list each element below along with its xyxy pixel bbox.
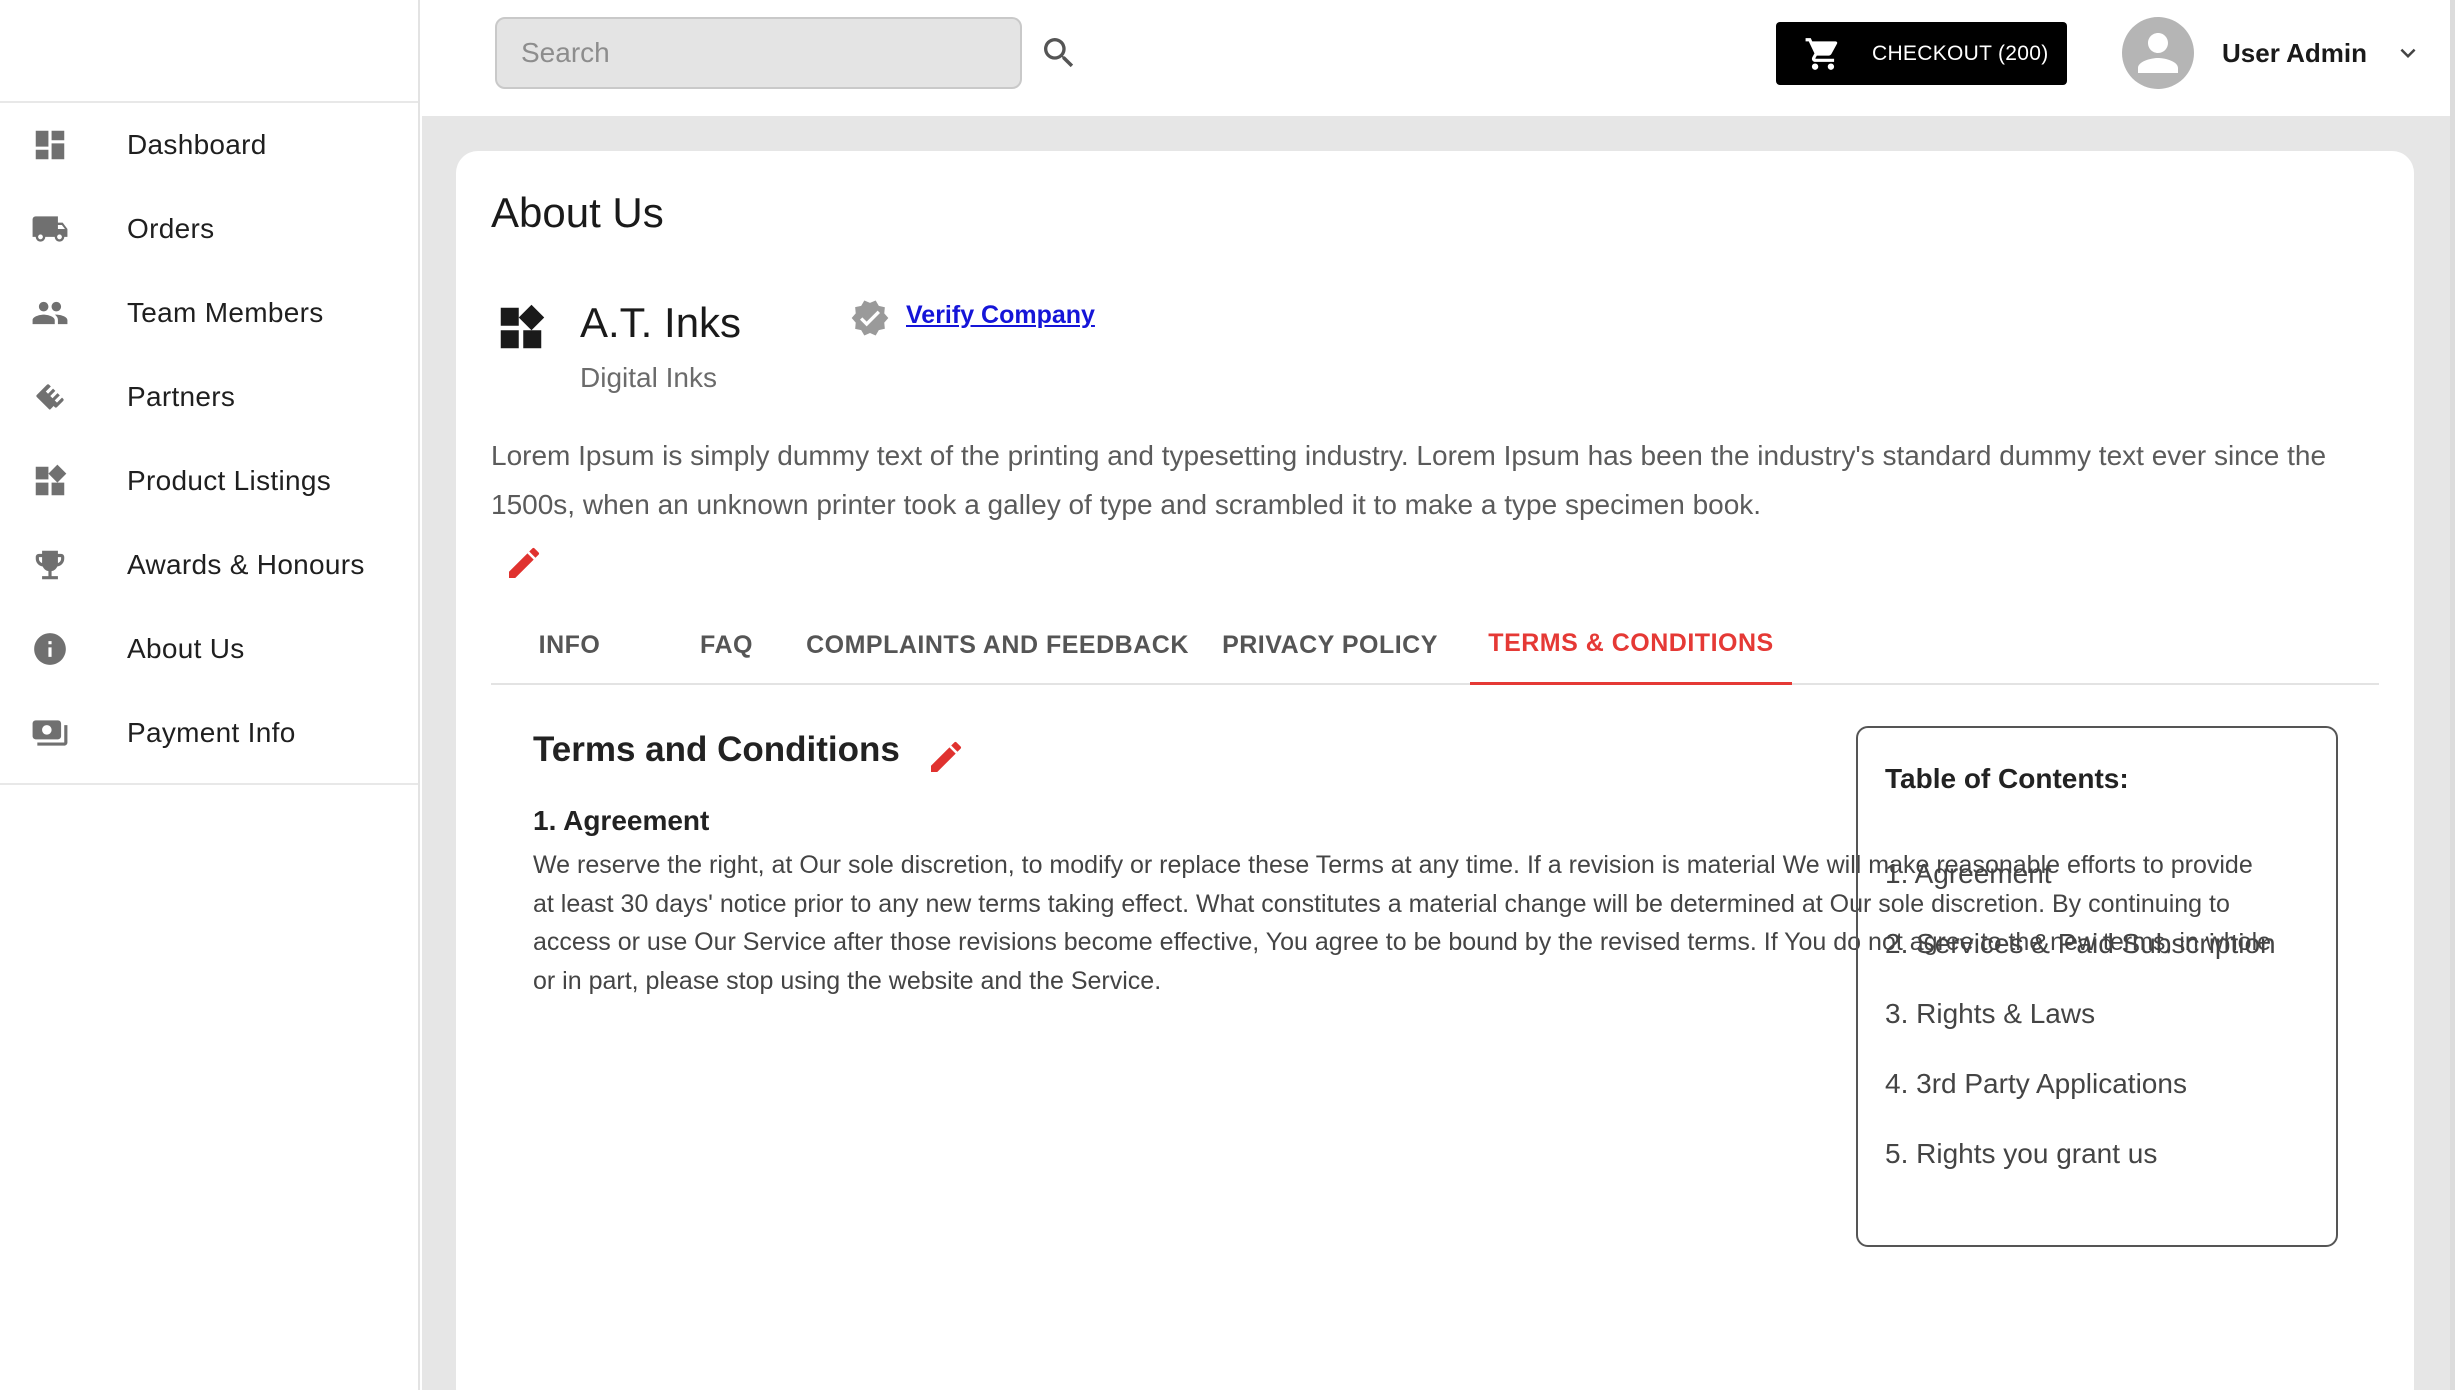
content-card: About Us A.T. Inks Digital Inks Verify C… — [456, 151, 2414, 1390]
avatar — [2122, 17, 2194, 89]
verify-company-link[interactable]: Verify Company — [906, 301, 1095, 330]
verified-badge-icon — [850, 298, 890, 338]
toc-item[interactable]: 1. Agreement — [1885, 858, 2052, 890]
user-name: User Admin — [2222, 37, 2367, 68]
toc-title: Table of Contents: — [1885, 763, 2129, 794]
sidebar-item-about-us[interactable]: About Us — [0, 607, 418, 691]
edit-terms-icon[interactable] — [926, 737, 966, 777]
sidebar-item-payment-info[interactable]: Payment Info — [0, 691, 418, 775]
sidebar-item-awards[interactable]: Awards & Honours — [0, 523, 418, 607]
checkout-button[interactable]: CHECKOUT (200) — [1776, 22, 2067, 85]
scrollbar[interactable] — [2450, 0, 2455, 1390]
search-icon[interactable] — [1036, 30, 1082, 76]
sidebar-item-label: Dashboard — [127, 129, 267, 160]
widgets-icon — [0, 462, 127, 500]
terms-title: Terms and Conditions — [533, 730, 900, 769]
sidebar-item-dashboard[interactable]: Dashboard — [0, 103, 418, 187]
trophy-icon — [0, 546, 127, 584]
sidebar-logo-area — [0, 0, 418, 103]
toc-item[interactable]: 3. Rights & Laws — [1885, 998, 2095, 1030]
payment-icon — [0, 714, 127, 752]
sidebar-item-label: Payment Info — [127, 717, 296, 748]
toc-item[interactable]: 2. Services & Paid Subscription — [1885, 928, 2276, 960]
company-logo-icon — [494, 301, 548, 355]
chevron-down-icon[interactable] — [2393, 38, 2423, 68]
sidebar-item-label: Orders — [127, 213, 215, 244]
section-heading: 1. Agreement — [533, 805, 710, 836]
checkout-label: CHECKOUT (200) — [1872, 41, 2049, 65]
edit-description-icon[interactable] — [504, 543, 544, 583]
toc-item[interactable]: 4. 3rd Party Applications — [1885, 1068, 2187, 1100]
company-description: Lorem Ipsum is simply dummy text of the … — [491, 440, 2327, 520]
cart-icon — [1805, 37, 1838, 70]
company-name: A.T. Inks — [580, 299, 742, 346]
tab-info[interactable]: INFO — [491, 605, 648, 685]
sidebar-item-product-listings[interactable]: Product Listings — [0, 439, 418, 523]
sidebar-item-label: About Us — [127, 633, 245, 664]
tab-faq[interactable]: FAQ — [648, 605, 805, 685]
handshake-icon — [0, 378, 127, 416]
search-input[interactable] — [495, 17, 1022, 89]
sidebar-item-partners[interactable]: Partners — [0, 355, 418, 439]
user-icon — [2138, 33, 2178, 73]
toc-item[interactable]: 5. Rights you grant us — [1885, 1138, 2157, 1170]
user-menu[interactable]: User Admin — [2122, 16, 2423, 90]
tab-complaints-feedback[interactable]: COMPLAINTS AND FEEDBACK — [805, 605, 1190, 685]
tab-privacy-policy[interactable]: PRIVACY POLICY — [1190, 605, 1470, 685]
people-icon — [0, 294, 127, 332]
sidebar-item-label: Awards & Honours — [127, 549, 365, 580]
truck-icon — [0, 210, 127, 248]
page-title: About Us — [491, 189, 664, 236]
tab-terms-conditions[interactable]: TERMS & CONDITIONS — [1470, 605, 1792, 685]
dashboard-icon — [0, 126, 127, 164]
top-header: CHECKOUT (200) User Admin — [422, 0, 2455, 116]
sidebar-nav: Dashboard Orders Team Members Partners P… — [0, 103, 418, 785]
table-of-contents: Table of Contents: 1. Agreement 2. Servi… — [1856, 726, 2338, 1247]
sidebar-item-team-members[interactable]: Team Members — [0, 271, 418, 355]
sidebar-item-label: Product Listings — [127, 465, 332, 496]
company-subtitle: Digital Inks — [580, 362, 717, 393]
sidebar-item-label: Team Members — [127, 297, 324, 328]
tab-bar: INFO FAQ COMPLAINTS AND FEEDBACK PRIVACY… — [491, 605, 2379, 685]
info-icon — [0, 630, 127, 668]
sidebar-item-label: Partners — [127, 381, 236, 412]
sidebar-item-orders[interactable]: Orders — [0, 187, 418, 271]
sidebar: Dashboard Orders Team Members Partners P… — [0, 0, 420, 1390]
